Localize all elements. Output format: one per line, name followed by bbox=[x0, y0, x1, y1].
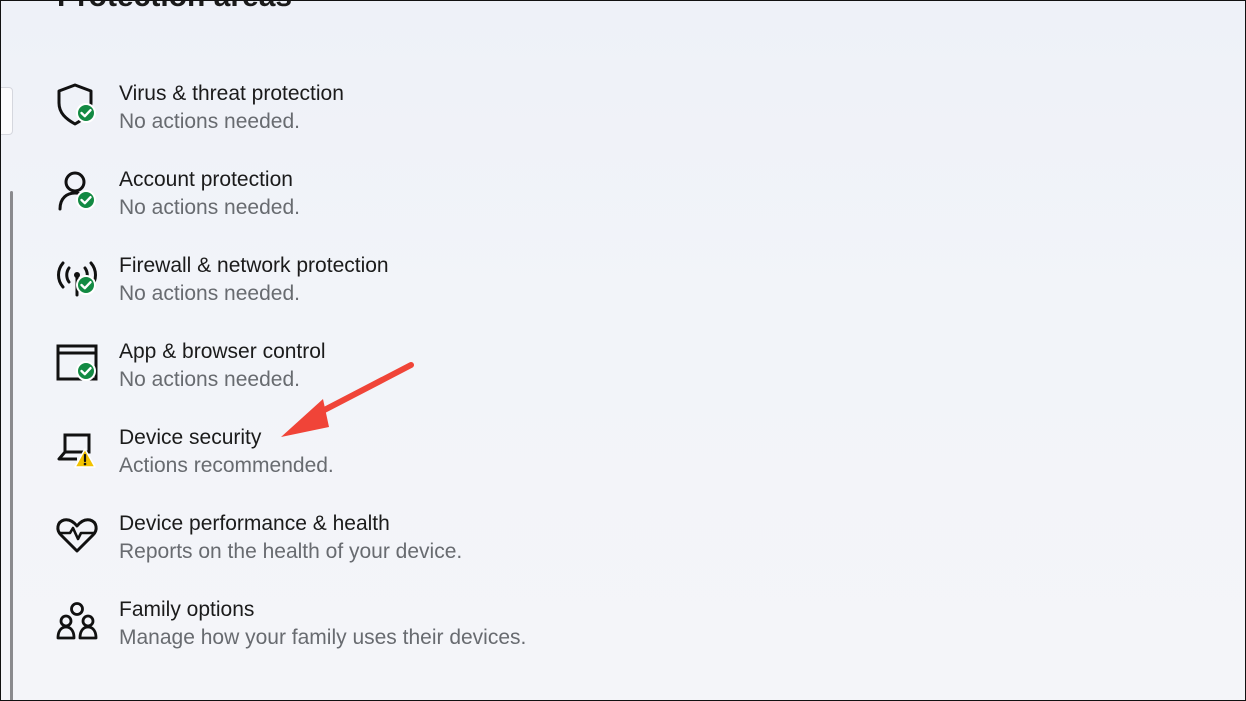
area-status: No actions needed. bbox=[119, 282, 300, 305]
area-title: Family options bbox=[119, 598, 255, 621]
area-virus-threat-protection[interactable]: Virus & threat protection No actions nee… bbox=[53, 81, 753, 151]
area-account-protection[interactable]: Account protection No actions needed. bbox=[53, 167, 753, 237]
shield-icon bbox=[53, 81, 101, 129]
area-device-performance-health[interactable]: Device performance & health Reports on t… bbox=[53, 511, 753, 581]
family-icon bbox=[53, 597, 101, 645]
area-title: Firewall & network protection bbox=[119, 254, 389, 277]
nav-pane-toggle[interactable] bbox=[1, 87, 13, 135]
header-clip: Protection areas bbox=[1, 1, 1245, 15]
area-title: Virus & threat protection bbox=[119, 82, 344, 105]
app-browser-window-icon bbox=[53, 339, 101, 387]
laptop-icon bbox=[53, 425, 101, 473]
scrollbar[interactable] bbox=[10, 191, 13, 700]
area-status: Manage how your family uses their device… bbox=[119, 626, 527, 649]
area-title: Account protection bbox=[119, 168, 293, 191]
firewall-antenna-icon bbox=[53, 253, 101, 301]
heart-pulse-icon bbox=[53, 511, 101, 559]
area-family-options[interactable]: Family options Manage how your family us… bbox=[53, 597, 753, 667]
annotation-arrow-icon bbox=[281, 362, 414, 437]
area-firewall-network-protection[interactable]: Firewall & network protection No actions… bbox=[53, 253, 753, 323]
account-icon bbox=[53, 167, 101, 215]
area-status: No actions needed. bbox=[119, 196, 300, 219]
area-status: No actions needed. bbox=[119, 110, 300, 133]
area-title: Device security bbox=[119, 426, 262, 449]
area-status: Actions recommended. bbox=[119, 454, 334, 477]
area-status: Reports on the health of your device. bbox=[119, 540, 463, 563]
section-heading: Protection areas bbox=[57, 1, 292, 15]
windows-security-window: Protection areas Virus & threat protecti… bbox=[0, 0, 1246, 701]
area-title: Device performance & health bbox=[119, 512, 390, 535]
